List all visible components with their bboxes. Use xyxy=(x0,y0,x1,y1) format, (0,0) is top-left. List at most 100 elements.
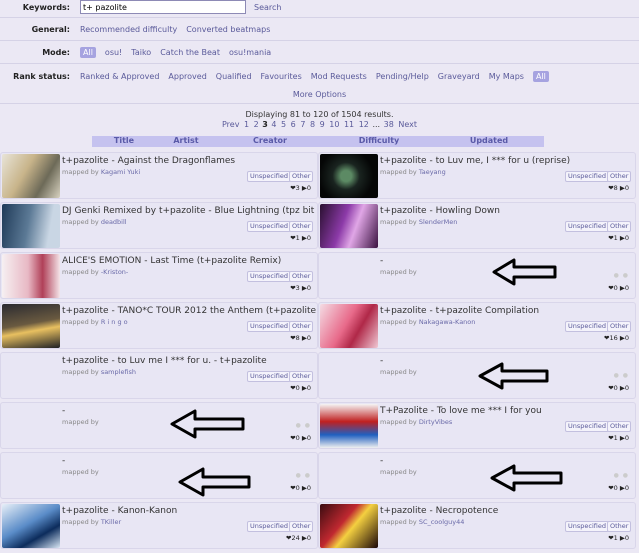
pager-page[interactable]: 12 xyxy=(359,120,369,129)
beatmap-card[interactable]: - mapped by ● ● ❤0 ▶0 xyxy=(0,402,318,449)
tag-other[interactable]: Other xyxy=(289,171,314,182)
beatmap-title[interactable]: t+pazolite - t+pazolite Compilation xyxy=(380,306,635,316)
beatmap-thumbnail[interactable] xyxy=(2,304,60,348)
beatmap-title[interactable]: ALICE'S EMOTION - Last Time (t+pazolite … xyxy=(62,256,317,266)
sort-title[interactable]: Title xyxy=(92,136,156,147)
beatmap-thumbnail[interactable] xyxy=(2,504,60,548)
mapper-link[interactable]: SC_coolguy44 xyxy=(419,518,465,526)
beatmap-thumbnail[interactable] xyxy=(320,154,378,198)
beatmap-card[interactable]: - mapped by ● ● ❤0 ▶0 xyxy=(318,252,636,299)
tag-other[interactable]: Other xyxy=(607,221,632,232)
tag-unspecified[interactable]: Unspecified xyxy=(247,171,291,182)
tag-unspecified[interactable]: Unspecified xyxy=(565,521,609,532)
tag-unspecified[interactable]: Unspecified xyxy=(247,271,291,282)
mode-option-osu[interactable]: osu! xyxy=(105,48,122,57)
tag-unspecified[interactable]: Unspecified xyxy=(565,171,609,182)
mapper-link[interactable]: Taeyang xyxy=(419,168,446,176)
beatmap-title[interactable]: t+pazolite - Necropotence xyxy=(380,506,635,516)
tag-other[interactable]: Other xyxy=(607,321,632,332)
mapper-link[interactable]: TKiller xyxy=(101,518,121,526)
mapper-link[interactable]: DirtyVibes xyxy=(419,418,453,426)
beatmap-thumbnail[interactable] xyxy=(2,254,60,298)
beatmap-thumbnail[interactable] xyxy=(320,504,378,548)
rank-option-ranked[interactable]: Ranked & Approved xyxy=(80,72,159,81)
tag-other[interactable]: Other xyxy=(607,421,632,432)
rank-option-graveyard[interactable]: Graveyard xyxy=(438,72,480,81)
beatmap-title[interactable]: DJ Genki Remixed by t+pazolite - Blue Li… xyxy=(62,206,317,216)
beatmap-thumbnail[interactable] xyxy=(2,154,60,198)
rank-option-pending[interactable]: Pending/Help xyxy=(376,72,429,81)
mode-option-taiko[interactable]: Taiko xyxy=(131,48,151,57)
rank-option-mod-requests[interactable]: Mod Requests xyxy=(311,72,367,81)
keywords-input[interactable] xyxy=(80,0,246,14)
sort-updated[interactable]: Updated xyxy=(434,136,544,147)
beatmap-card[interactable]: t+pazolite - TANO*C TOUR 2012 the Anthem… xyxy=(0,302,318,349)
tag-other[interactable]: Other xyxy=(607,171,632,182)
beatmap-card[interactable]: t+pazolite - to Luv me I *** for u. - t+… xyxy=(0,352,318,399)
tag-other[interactable]: Other xyxy=(289,221,314,232)
beatmap-card[interactable]: T+Pazolite - To love me *** I for you map… xyxy=(318,402,636,449)
tag-other[interactable]: Other xyxy=(289,521,314,532)
search-button[interactable]: Search xyxy=(254,3,281,12)
mapper-link[interactable]: samplefish xyxy=(101,368,136,376)
beatmap-card[interactable]: - mapped by ● ● ❤0 ▶0 xyxy=(0,452,318,499)
pager-next[interactable]: Next xyxy=(398,120,417,129)
mapper-link[interactable]: -Kriston- xyxy=(101,268,128,276)
pager-page[interactable]: 11 xyxy=(344,120,354,129)
beatmap-card[interactable]: t+pazolite - Necropotence mapped by SC_co… xyxy=(318,502,636,549)
rank-option-my-maps[interactable]: My Maps xyxy=(489,72,524,81)
pager-page[interactable]: 7 xyxy=(300,120,305,129)
pager-page[interactable]: 1 xyxy=(244,120,249,129)
beatmap-title[interactable]: t+pazolite - to Luv me I *** for u. - t+… xyxy=(62,356,317,366)
beatmap-card[interactable]: - mapped by ● ● ❤0 ▶0 xyxy=(318,352,636,399)
mapper-link[interactable]: deadbill xyxy=(101,218,127,226)
sort-artist[interactable]: Artist xyxy=(156,136,216,147)
mode-option-mania[interactable]: osu!mania xyxy=(229,48,271,57)
beatmap-card[interactable]: t+pazolite - to Luv me, I *** for u (rep… xyxy=(318,152,636,199)
mapper-link[interactable]: Kagami Yuki xyxy=(101,168,140,176)
mode-option-ctb[interactable]: Catch the Beat xyxy=(160,48,220,57)
pager-page[interactable]: 9 xyxy=(320,120,325,129)
beatmap-thumbnail[interactable] xyxy=(2,204,60,248)
beatmap-title[interactable]: T+Pazolite - To love me *** I for you xyxy=(380,406,635,416)
pager-prev[interactable]: Prev xyxy=(222,120,239,129)
sort-creator[interactable]: Creator xyxy=(216,136,324,147)
tag-unspecified[interactable]: Unspecified xyxy=(247,321,291,332)
tag-other[interactable]: Other xyxy=(289,371,314,382)
more-options-link[interactable]: More Options xyxy=(0,90,639,99)
tag-unspecified[interactable]: Unspecified xyxy=(565,321,609,332)
tag-unspecified[interactable]: Unspecified xyxy=(247,371,291,382)
mode-option-all[interactable]: All xyxy=(80,46,96,58)
beatmap-thumbnail[interactable] xyxy=(320,404,378,448)
general-option-recommended[interactable]: Recommended difficulty xyxy=(80,25,177,34)
pager-page[interactable]: 38 xyxy=(384,120,394,129)
rank-option-all[interactable]: All xyxy=(532,70,549,82)
pager-page[interactable]: 5 xyxy=(281,120,286,129)
beatmap-title[interactable]: t+pazolite - Howling Down xyxy=(380,206,635,216)
tag-other[interactable]: Other xyxy=(289,321,314,332)
pager-page[interactable]: 2 xyxy=(254,120,259,129)
rank-option-approved[interactable]: Approved xyxy=(168,72,206,81)
tag-unspecified[interactable]: Unspecified xyxy=(247,221,291,232)
tag-unspecified[interactable]: Unspecified xyxy=(247,521,291,532)
mapper-link[interactable]: R i n g o xyxy=(101,318,128,326)
beatmap-title[interactable]: t+pazolite - Kanon-Kanon xyxy=(62,506,317,516)
mapper-link[interactable]: Nakagawa-Kanon xyxy=(419,318,476,326)
mapper-link[interactable]: SlenderMen xyxy=(419,218,458,226)
beatmap-title[interactable]: t+pazolite - to Luv me, I *** for u (rep… xyxy=(380,156,635,166)
tag-other[interactable]: Other xyxy=(289,271,314,282)
beatmap-card[interactable]: t+pazolite - Howling Down mapped by Slend… xyxy=(318,202,636,249)
tag-unspecified[interactable]: Unspecified xyxy=(565,221,609,232)
beatmap-thumbnail[interactable] xyxy=(320,204,378,248)
beatmap-card[interactable]: t+pazolite - Kanon-Kanon mapped by TKille… xyxy=(0,502,318,549)
beatmap-card[interactable]: t+pazolite - t+pazolite Compilation mappe… xyxy=(318,302,636,349)
beatmap-thumbnail[interactable] xyxy=(320,304,378,348)
rank-option-qualified[interactable]: Qualified xyxy=(216,72,252,81)
beatmap-card[interactable]: - mapped by ● ● ❤0 ▶0 xyxy=(318,452,636,499)
pager-page[interactable]: 8 xyxy=(310,120,315,129)
tag-unspecified[interactable]: Unspecified xyxy=(565,421,609,432)
more-options-label[interactable]: More Options xyxy=(293,90,346,99)
beatmap-card[interactable]: ALICE'S EMOTION - Last Time (t+pazolite … xyxy=(0,252,318,299)
tag-other[interactable]: Other xyxy=(607,521,632,532)
beatmap-title[interactable]: t+pazolite - TANO*C TOUR 2012 the Anthem… xyxy=(62,306,317,316)
